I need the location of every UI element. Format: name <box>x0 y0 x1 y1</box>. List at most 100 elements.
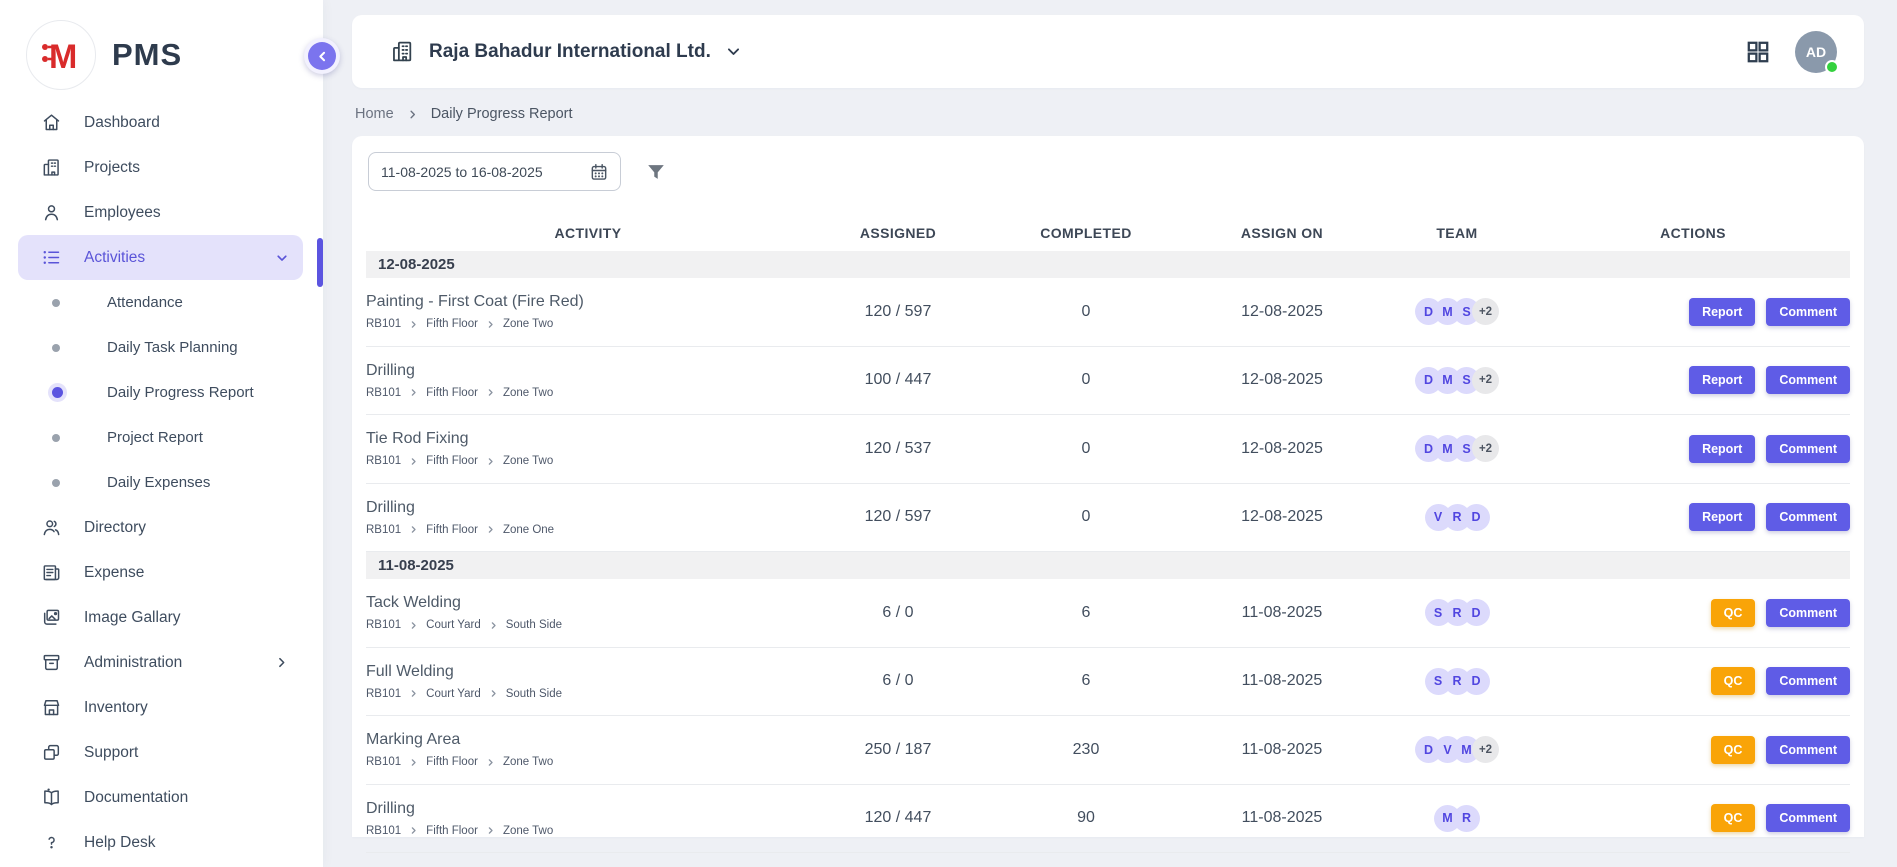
activity-cell: Marking AreaRB101Fifth FloorZone Two <box>366 731 810 768</box>
chevron-right-icon <box>486 388 495 397</box>
sidebar-collapse-button[interactable] <box>304 38 340 74</box>
team-avatar[interactable]: D <box>1463 599 1490 626</box>
comment-button[interactable]: Comment <box>1766 667 1850 695</box>
path-segment: RB101 <box>366 455 401 467</box>
actions-cell: Report Comment <box>1536 366 1850 394</box>
chevron-right-icon <box>486 320 495 329</box>
path-segment: Court Yard <box>426 619 481 631</box>
assign-on-value: 11-08-2025 <box>1186 741 1378 759</box>
report-button[interactable]: Report <box>1689 503 1755 531</box>
path-segment: Zone One <box>503 524 554 536</box>
sidebar-item-dashboard[interactable]: Dashboard <box>18 100 303 145</box>
sidebar-item-image-gallary[interactable]: Image Gallary <box>18 595 303 640</box>
team-cell: SRD <box>1378 599 1536 626</box>
sidebar-item-daily-expenses[interactable]: Daily Expenses <box>18 460 303 505</box>
sidebar-item-directory[interactable]: Directory <box>18 505 303 550</box>
assign-on-value: 12-08-2025 <box>1186 303 1378 321</box>
company-selector[interactable]: Raja Bahadur International Ltd. <box>390 39 742 64</box>
sidebar-item-label: Employees <box>84 204 161 222</box>
sidebar-item-inventory[interactable]: Inventory <box>18 685 303 730</box>
team-avatar[interactable]: R <box>1453 805 1480 832</box>
date-group-header: 12-08-2025 <box>366 251 1850 278</box>
comment-button[interactable]: Comment <box>1766 804 1850 832</box>
activity-location-path: RB101Fifth FloorZone Two <box>366 387 810 399</box>
report-button[interactable]: Report <box>1689 298 1755 326</box>
sidebar-item-expense[interactable]: Expense <box>18 550 303 595</box>
sidebar-item-administration[interactable]: Administration <box>18 640 303 685</box>
path-segment: Fifth Floor <box>426 387 478 399</box>
comment-button[interactable]: Comment <box>1766 435 1850 463</box>
comment-button[interactable]: Comment <box>1766 298 1850 326</box>
sidebar-item-support[interactable]: Support <box>18 730 303 775</box>
sidebar: M PMS DashboardProjectsEmployeesActiviti… <box>0 0 323 867</box>
sidebar-item-activities[interactable]: Activities <box>18 235 303 280</box>
comment-button[interactable]: Comment <box>1766 503 1850 531</box>
sidebar-item-projects[interactable]: Projects <box>18 145 303 190</box>
online-status-dot <box>1825 60 1839 74</box>
column-header-assigned: ASSIGNED <box>810 225 986 241</box>
chevron-down-icon <box>275 251 289 265</box>
activity-cell: Full WeldingRB101Court YardSouth Side <box>366 663 810 700</box>
team-cell: DMS+2 <box>1378 367 1536 394</box>
team-more-badge[interactable]: +2 <box>1472 736 1499 763</box>
assign-on-value: 11-08-2025 <box>1186 672 1378 690</box>
sidebar-subitem-label: Daily Expenses <box>107 474 210 491</box>
qc-button[interactable]: QC <box>1711 804 1756 832</box>
sidebar-item-label: Administration <box>84 654 182 672</box>
assigned-value: 6 / 0 <box>810 672 986 690</box>
filter-funnel-button[interactable] <box>645 161 667 183</box>
team-more-badge[interactable]: +2 <box>1472 298 1499 325</box>
actions-cell: Report Comment <box>1536 298 1850 326</box>
assigned-value: 250 / 187 <box>810 741 986 759</box>
team-more-badge[interactable]: +2 <box>1472 367 1499 394</box>
activity-location-path: RB101Court YardSouth Side <box>366 688 810 700</box>
sidebar-subitem-label: Daily Progress Report <box>107 384 254 401</box>
team-cell: MR <box>1378 805 1536 832</box>
team-more-badge[interactable]: +2 <box>1472 435 1499 462</box>
sidebar-item-label: Dashboard <box>84 114 160 132</box>
team-avatar[interactable]: D <box>1463 504 1490 531</box>
qc-button[interactable]: QC <box>1711 599 1756 627</box>
completed-value: 6 <box>986 672 1186 690</box>
comment-button[interactable]: Comment <box>1766 736 1850 764</box>
team-cell: DMS+2 <box>1378 435 1536 462</box>
apps-grid-button[interactable] <box>1745 39 1771 65</box>
comment-button[interactable]: Comment <box>1766 366 1850 394</box>
column-header-activity: ACTIVITY <box>366 225 810 241</box>
sidebar-item-daily-task-planning[interactable]: Daily Task Planning <box>18 325 303 370</box>
assign-on-value: 11-08-2025 <box>1186 604 1378 622</box>
activity-cell: DrillingRB101Fifth FloorZone Two <box>366 800 810 837</box>
sidebar-item-help-desk[interactable]: Help Desk <box>18 820 303 865</box>
sidebar-item-employees[interactable]: Employees <box>18 190 303 235</box>
path-segment: Zone Two <box>503 455 553 467</box>
date-range-input[interactable]: 11-08-2025 to 16-08-2025 <box>368 152 621 191</box>
filter-row: 11-08-2025 to 16-08-2025 <box>368 152 1850 191</box>
qc-button[interactable]: QC <box>1711 667 1756 695</box>
sidebar-item-project-report[interactable]: Project Report <box>18 415 303 460</box>
chevron-right-icon <box>409 689 418 698</box>
team-avatar[interactable]: D <box>1463 668 1490 695</box>
comment-button[interactable]: Comment <box>1766 599 1850 627</box>
bullet-dot <box>52 299 60 307</box>
table-header: ACTIVITY ASSIGNED COMPLETED ASSIGN ON TE… <box>366 215 1850 251</box>
activity-title: Tack Welding <box>366 594 810 612</box>
chevron-right-icon <box>486 525 495 534</box>
app-name: PMS <box>112 37 182 73</box>
user-avatar[interactable]: AD <box>1795 31 1837 73</box>
qc-button[interactable]: QC <box>1711 736 1756 764</box>
company-name: Raja Bahadur International Ltd. <box>429 41 711 63</box>
path-segment: RB101 <box>366 318 401 330</box>
report-button[interactable]: Report <box>1689 435 1755 463</box>
sidebar-item-attendance[interactable]: Attendance <box>18 280 303 325</box>
sidebar-item-daily-progress-report[interactable]: Daily Progress Report <box>18 370 303 415</box>
actions-cell: QC Comment <box>1536 804 1850 832</box>
actions-cell: Report Comment <box>1536 503 1850 531</box>
assigned-value: 120 / 537 <box>810 440 986 458</box>
sidebar-item-documentation[interactable]: Documentation <box>18 775 303 820</box>
actions-cell: QC Comment <box>1536 736 1850 764</box>
table-row: DrillingRB101Fifth FloorZone Two100 / 44… <box>366 347 1850 416</box>
report-button[interactable]: Report <box>1689 366 1755 394</box>
activity-title: Painting - First Coat (Fire Red) <box>366 293 810 311</box>
activity-title: Drilling <box>366 362 810 380</box>
breadcrumb-home-link[interactable]: Home <box>355 106 394 122</box>
